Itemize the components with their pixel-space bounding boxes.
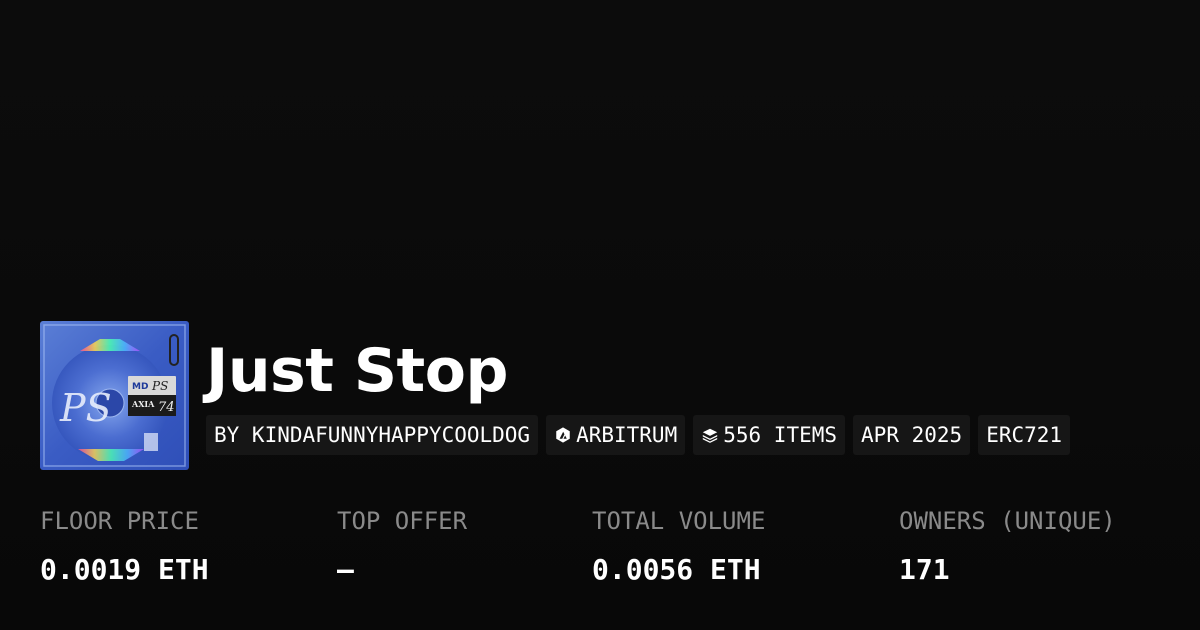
thumbnail-axia-label: AXIA	[131, 399, 155, 409]
creator-tag-label: BY KINDAFUNNYHAPPYCOOLDOG	[214, 423, 531, 447]
items-tag[interactable]: 556 ITEMS	[693, 415, 846, 455]
standard-tag-label: ERC721	[986, 423, 1063, 447]
layers-icon	[701, 426, 719, 444]
stat-label: TOP OFFER	[337, 507, 468, 535]
collection-tags: BY KINDAFUNNYHAPPYCOOLDOG ARBITRUM 556 I…	[206, 415, 1071, 455]
stat-owners: OWNERS (UNIQUE) 171	[899, 500, 1116, 590]
stat-label: TOTAL VOLUME	[592, 507, 766, 535]
date-tag-label: APR 2025	[861, 423, 963, 447]
date-tag: APR 2025	[853, 415, 971, 455]
chain-tag-label: ARBITRUM	[576, 423, 678, 447]
creator-tag[interactable]: BY KINDAFUNNYHAPPYCOOLDOG	[206, 415, 539, 455]
stat-floor-price: FLOOR PRICE 0.0019 ETH	[40, 500, 209, 590]
stat-value: 0.0019 ETH	[40, 553, 209, 586]
stat-label: OWNERS (UNIQUE)	[899, 507, 1116, 535]
stat-total-volume: TOTAL VOLUME 0.0056 ETH	[592, 500, 765, 590]
collection-thumbnail[interactable]: MD PS AXIA 74 PS	[40, 321, 189, 470]
chain-tag[interactable]: ARBITRUM	[546, 415, 686, 455]
thumbnail-ps-label: PS	[151, 379, 168, 393]
stat-value: 0.0056 ETH	[592, 553, 761, 586]
stat-top-offer: TOP OFFER –	[337, 500, 467, 590]
standard-tag: ERC721	[978, 415, 1071, 455]
stat-value: –	[337, 553, 354, 586]
collection-card: MD PS AXIA 74 PS Just Stop BY KINDAFUNNY…	[0, 0, 1200, 630]
minidisc-cover-image: MD PS AXIA 74 PS	[40, 321, 189, 470]
stat-value: 171	[899, 553, 950, 586]
thumbnail-logo-text: PS	[59, 386, 112, 430]
items-tag-label: 556 ITEMS	[723, 423, 838, 447]
thumbnail-md-label: MD	[132, 382, 148, 392]
arbitrum-icon	[554, 426, 572, 444]
thumbnail-74-label: 74	[158, 400, 175, 415]
stat-label: FLOOR PRICE	[40, 507, 199, 535]
collection-title: Just Stop	[206, 336, 508, 406]
